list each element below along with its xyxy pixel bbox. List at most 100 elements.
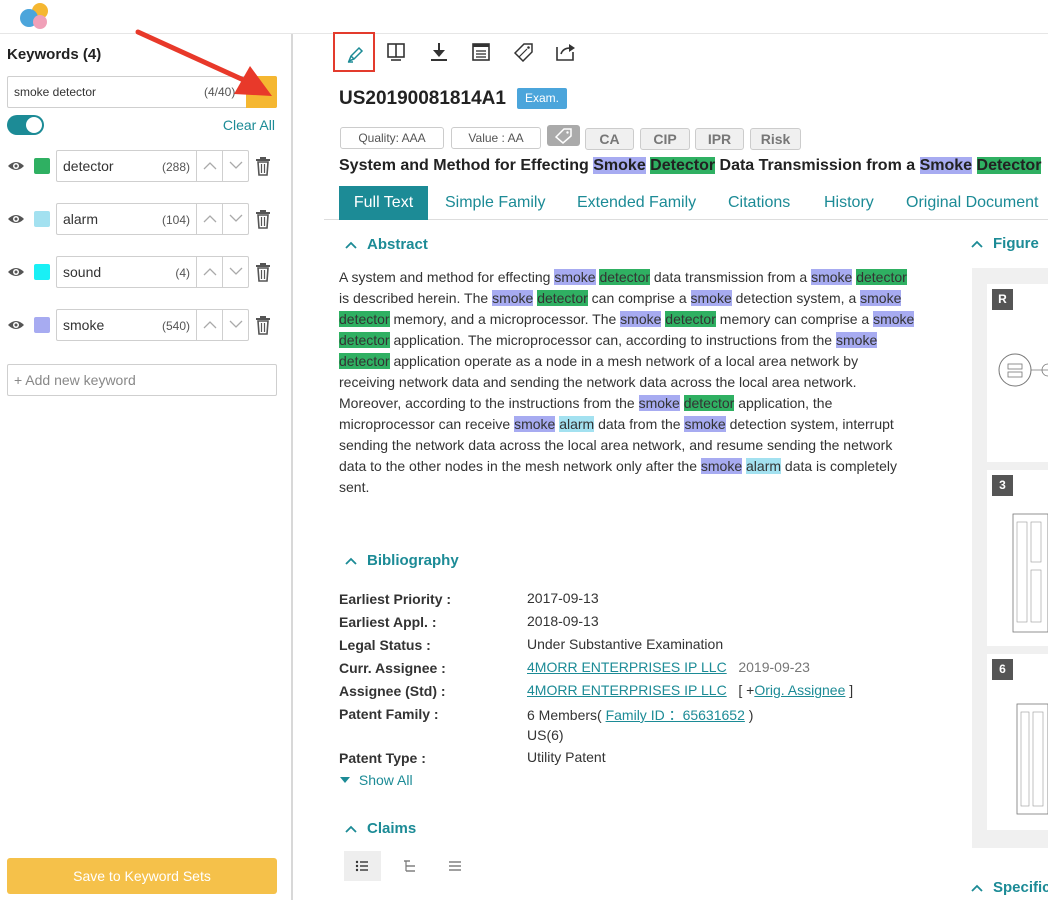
trash-icon[interactable]: [255, 209, 271, 229]
keyword-field[interactable]: detector (288): [56, 150, 197, 182]
keyword-color-swatch[interactable]: [34, 264, 50, 280]
bib-label: Earliest Appl. :: [339, 614, 437, 630]
keyword-color-swatch[interactable]: [34, 211, 50, 227]
bib-label: Curr. Assignee :: [339, 660, 446, 676]
share-button[interactable]: [544, 32, 586, 72]
keyword-count: (104): [161, 213, 190, 227]
eye-icon[interactable]: [7, 316, 25, 334]
download-button[interactable]: [418, 32, 460, 72]
orig-assignee-link[interactable]: Orig. Assignee: [754, 682, 845, 698]
trash-icon[interactable]: [255, 156, 271, 176]
chevron-up-icon: [203, 162, 217, 170]
highlight-button[interactable]: [333, 32, 375, 72]
save-keyword-sets-button[interactable]: Save to Keyword Sets: [7, 858, 277, 894]
clear-all-link[interactable]: Clear All: [223, 117, 275, 133]
previous-match-button[interactable]: [197, 204, 223, 234]
keyword-dropdown-button[interactable]: [246, 76, 277, 108]
assignee-std-link[interactable]: 4MORR ENTERPRISES IP LLC: [527, 682, 727, 698]
eye-icon[interactable]: [7, 157, 25, 175]
patent-number: US20190081814A1: [339, 88, 506, 109]
keyword-navigator: [196, 150, 249, 182]
share-icon: [556, 44, 575, 61]
previous-match-button[interactable]: [197, 151, 223, 181]
claims-tree-view-button[interactable]: [392, 851, 429, 881]
family-countries: US(6): [527, 727, 564, 743]
keyword-field[interactable]: sound (4): [56, 256, 197, 288]
assignee-date: 2019-09-23: [738, 659, 810, 675]
keyword-field[interactable]: smoke (540): [56, 309, 197, 341]
ipr-chip[interactable]: IPR: [695, 128, 744, 150]
menu-icon: [449, 861, 461, 871]
previous-match-button[interactable]: [197, 257, 223, 287]
claims-header[interactable]: Claims: [345, 820, 416, 837]
keyword-search-input[interactable]: [14, 83, 194, 101]
abstract-header[interactable]: Abstract: [345, 236, 428, 253]
tag-button[interactable]: [502, 32, 544, 72]
app-logo[interactable]: [14, 2, 54, 30]
trash-icon[interactable]: [255, 315, 271, 335]
status-badge: Exam.: [517, 88, 568, 109]
document-tabs: Full Text Simple Family Extended Family …: [324, 186, 1048, 220]
bibliography-header[interactable]: Bibliography: [345, 552, 459, 569]
tab-simple-family[interactable]: Simple Family: [445, 186, 545, 220]
bib-label: Assignee (Std) :: [339, 683, 446, 699]
tab-full-text[interactable]: Full Text: [339, 186, 428, 220]
show-all-link[interactable]: Show All: [339, 772, 413, 788]
chevron-down-icon: [229, 320, 243, 328]
document-button[interactable]: [460, 32, 502, 72]
eye-icon[interactable]: [7, 210, 25, 228]
ca-chip[interactable]: CA: [585, 128, 634, 150]
tab-citations[interactable]: Citations: [728, 186, 790, 220]
claims-list-view-button[interactable]: [344, 851, 381, 881]
next-match-button[interactable]: [223, 257, 249, 287]
chevron-up-icon: [203, 215, 217, 223]
bib-value: Under Substantive Examination: [527, 636, 724, 652]
claims-plain-view-button[interactable]: [437, 851, 474, 881]
eye-icon[interactable]: [7, 263, 25, 281]
chevron-up-icon: [971, 884, 983, 892]
next-match-button[interactable]: [223, 151, 249, 181]
bib-label: Legal Status :: [339, 637, 431, 653]
value-chip[interactable]: Value : AA: [451, 127, 541, 149]
figure-thumbnail[interactable]: R: [987, 284, 1048, 462]
chevron-up-icon: [345, 557, 357, 565]
bib-value: Utility Patent: [527, 749, 606, 765]
cip-chip[interactable]: CIP: [640, 128, 690, 150]
keyword-count: (4): [175, 266, 190, 280]
next-match-button[interactable]: [223, 204, 249, 234]
curr-assignee-link[interactable]: 4MORR ENTERPRISES IP LLC: [527, 659, 727, 675]
chevron-up-icon: [203, 321, 217, 329]
previous-match-button[interactable]: [197, 310, 223, 340]
specific-header[interactable]: Specific: [971, 879, 1048, 896]
risk-chip[interactable]: Risk: [750, 128, 801, 150]
figure-thumbnail[interactable]: 3: [987, 470, 1048, 646]
bib-row-curr-assignee: Curr. Assignee : 4MORR ENTERPRISES IP LL…: [339, 659, 939, 680]
keyword-row: smoke (540): [7, 309, 277, 341]
add-keyword-input[interactable]: [7, 364, 277, 396]
tab-history[interactable]: History: [824, 186, 874, 220]
family-id-link[interactable]: Family ID ：65631652: [606, 707, 745, 723]
keyword-count: (540): [161, 319, 190, 333]
keyword-row: sound (4): [7, 256, 277, 288]
tab-extended-family[interactable]: Extended Family: [577, 186, 696, 220]
next-match-button[interactable]: [223, 310, 249, 340]
quality-chip[interactable]: Quality: AAA: [340, 127, 444, 149]
keyword-label: alarm: [63, 211, 99, 227]
keyword-navigator: [196, 203, 249, 235]
trash-icon[interactable]: [255, 262, 271, 282]
keyword-color-swatch[interactable]: [34, 317, 50, 333]
tag-chip[interactable]: [547, 125, 580, 146]
chevron-down-icon: [229, 214, 243, 222]
keyword-label: smoke: [63, 317, 105, 333]
bib-row-patent-type: Patent Type : Utility Patent: [339, 749, 939, 770]
split-view-button[interactable]: [375, 32, 417, 72]
keyword-row: detector (288): [7, 150, 277, 182]
figure-header[interactable]: Figure: [971, 235, 1039, 252]
highlight-toggle[interactable]: [7, 115, 44, 135]
keyword-search-count: (4/40): [204, 85, 236, 99]
keyword-field[interactable]: alarm (104): [56, 203, 197, 235]
patent-title: System and Method for Effecting Smoke De…: [339, 157, 1042, 174]
figure-thumbnail[interactable]: 6: [987, 654, 1048, 830]
keyword-color-swatch[interactable]: [34, 158, 50, 174]
tab-original-document[interactable]: Original Document: [906, 186, 1039, 220]
